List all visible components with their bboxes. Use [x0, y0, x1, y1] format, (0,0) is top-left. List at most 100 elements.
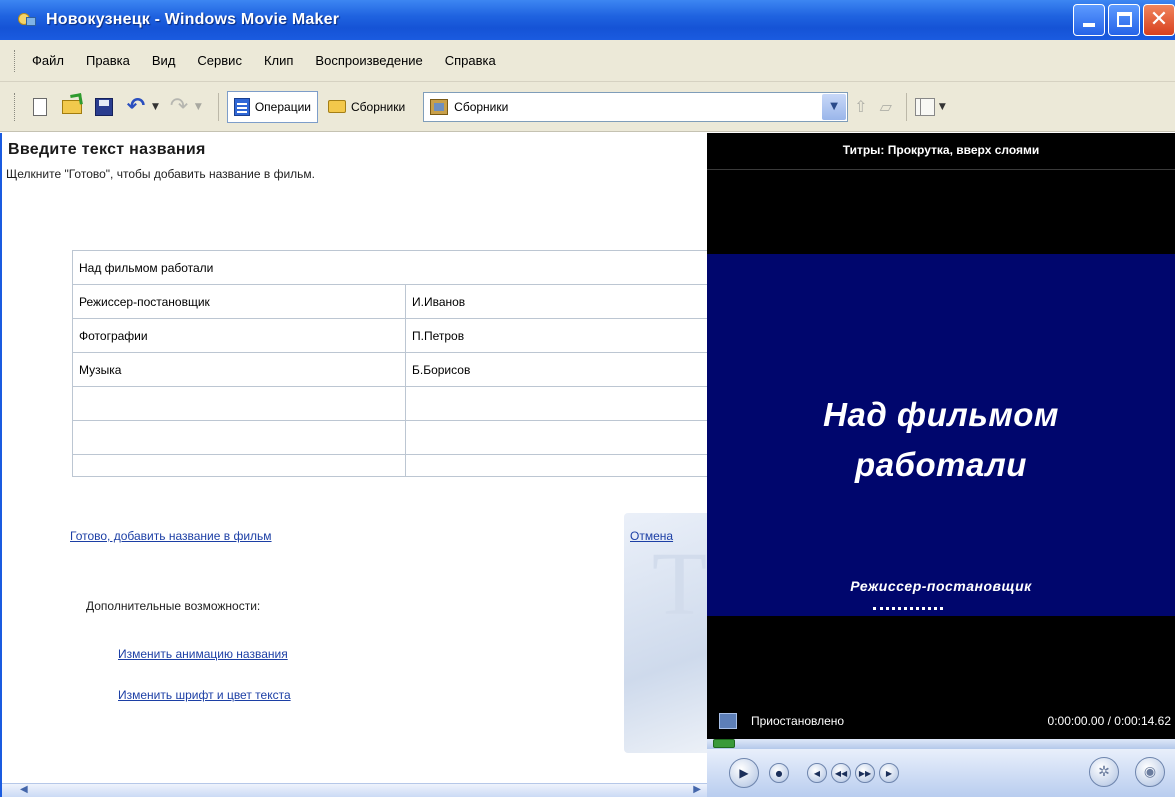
previous-icon: ◀ — [813, 768, 821, 778]
page-title: Введите текст названия — [8, 141, 206, 158]
minimize-button[interactable] — [1073, 4, 1105, 36]
previous-frame-button[interactable]: ◀ — [807, 763, 827, 783]
menu-grip[interactable] — [14, 49, 18, 72]
new-collection-folder-icon[interactable]: ▱ — [880, 97, 892, 116]
views-icon[interactable] — [914, 97, 935, 116]
seek-thumb[interactable] — [713, 739, 735, 748]
credit-name-cell[interactable] — [405, 420, 707, 455]
menu-clip[interactable]: Клип — [264, 53, 293, 68]
collections-folder-icon — [327, 100, 346, 113]
camera-icon: ◉ — [1143, 764, 1157, 780]
undo-icon: ↶ — [126, 94, 146, 119]
horizontal-scrollbar[interactable]: ◀ ▶ — [2, 783, 707, 797]
credit-role-cell[interactable]: Режиссер-постановщик — [72, 284, 406, 319]
table-row: Режиссер-постановщик И.Иванов — [72, 284, 707, 319]
change-animation-link[interactable]: Изменить анимацию названия — [118, 647, 288, 661]
collections-combo[interactable]: Сборники ▼ — [423, 91, 849, 122]
preview-monitor: Титры: Прокрутка, вверх слоями Над фильм… — [707, 133, 1175, 797]
maximize-icon — [1117, 12, 1132, 27]
rewind-icon: ◀◀ — [834, 768, 848, 778]
minimize-icon — [1083, 23, 1095, 27]
credits-table: Над фильмом работали Режиссер-постановщи… — [72, 250, 707, 477]
play-button[interactable]: ▶ — [729, 758, 759, 788]
split-icon: ✲ — [1098, 764, 1110, 780]
preview-title-line1: Над фильмом — [823, 396, 1059, 433]
table-row: Над фильмом работали — [72, 250, 707, 285]
toolbar-grip[interactable] — [14, 92, 18, 121]
credit-role-cell[interactable] — [72, 386, 406, 421]
credit-name-cell[interactable]: Б.Борисов — [405, 352, 707, 387]
scroll-right-icon[interactable]: ▶ — [693, 784, 701, 795]
up-level-icon[interactable]: ⇧ — [854, 97, 867, 116]
credit-role-cell[interactable]: Музыка — [72, 352, 406, 387]
preview-scrolling-credit: Режиссер-постановщик — [850, 578, 1032, 594]
credits-heading-cell[interactable]: Над фильмом работали — [72, 250, 707, 285]
table-row: Фотографии П.Петров — [72, 318, 707, 353]
instructions-text: Щелкните "Готово", чтобы добавить назван… — [6, 167, 315, 181]
done-add-title-link[interactable]: Готово, добавить название в фильм — [70, 529, 272, 543]
preview-screen[interactable]: Над фильмом работали Режиссер-постановщи… — [707, 254, 1175, 616]
title-editor-panel: T Введите текст названия Щелкните "Готов… — [0, 133, 707, 797]
undo-button[interactable]: ↶ — [124, 94, 148, 119]
credit-name-cell[interactable] — [405, 386, 707, 421]
fast-forward-button[interactable]: ▶▶ — [855, 763, 875, 783]
preview-divider — [707, 169, 1175, 170]
toolbar-separator — [217, 92, 219, 121]
stop-icon: ● — [775, 768, 783, 778]
split-clip-button[interactable]: ✲ — [1089, 757, 1119, 787]
collections-label: Сборники — [350, 99, 406, 114]
collections-button[interactable]: Сборники — [322, 91, 411, 123]
credit-role-cell[interactable] — [72, 420, 406, 455]
snapshot-button[interactable]: ◉ — [1135, 757, 1165, 787]
operations-label: Операции — [254, 99, 311, 114]
menu-view[interactable]: Вид — [152, 53, 176, 68]
rewind-button[interactable]: ◀◀ — [831, 763, 851, 783]
menu-tools[interactable]: Сервис — [197, 53, 242, 68]
scroll-left-icon[interactable]: ◀ — [20, 784, 28, 795]
credit-role-cell[interactable] — [72, 454, 406, 477]
title-bar: Новокузнецк - Windows Movie Maker ✕ — [0, 0, 1175, 40]
table-row — [72, 454, 707, 477]
credit-role-cell[interactable]: Фотографии — [72, 318, 406, 353]
open-project-button[interactable] — [60, 95, 84, 119]
undo-dropdown-icon[interactable]: ▼ — [152, 102, 159, 112]
playback-status: Приостановлено — [751, 714, 845, 728]
redo-icon: ↷ — [169, 94, 189, 119]
open-folder-icon — [62, 99, 82, 114]
new-document-icon — [33, 97, 47, 116]
stop-button[interactable]: ● — [769, 763, 789, 783]
operations-icon — [233, 97, 250, 116]
preview-cut-text — [873, 607, 943, 615]
redo-dropdown-icon[interactable]: ▼ — [195, 102, 202, 112]
chevron-down-icon[interactable]: ▼ — [822, 93, 847, 120]
playback-time: 0:00:00.00 / 0:00:14.62 — [1047, 714, 1171, 728]
decorative-letter-graphic: T — [652, 535, 707, 634]
save-icon — [95, 97, 113, 116]
play-icon: ▶ — [739, 766, 749, 780]
save-project-button[interactable] — [92, 95, 116, 119]
close-button[interactable]: ✕ — [1143, 4, 1175, 36]
credit-name-cell[interactable]: И.Иванов — [405, 284, 707, 319]
movie-maker-app-icon[interactable] — [16, 10, 38, 30]
toolbar-separator — [905, 92, 907, 121]
maximize-button[interactable] — [1108, 4, 1140, 36]
operations-button[interactable]: Операции — [226, 90, 318, 123]
menu-help[interactable]: Справка — [445, 53, 496, 68]
menu-edit[interactable]: Правка — [86, 53, 130, 68]
window-title: Новокузнецк - Windows Movie Maker — [46, 11, 340, 28]
menu-file[interactable]: Файл — [32, 53, 64, 68]
next-frame-button[interactable]: ▶ — [879, 763, 899, 783]
credit-name-cell[interactable] — [405, 454, 707, 477]
seek-bar[interactable] — [707, 739, 1175, 749]
menu-playback[interactable]: Воспроизведение — [315, 53, 422, 68]
credit-name-cell[interactable]: П.Петров — [405, 318, 707, 353]
views-dropdown-icon[interactable]: ▼ — [939, 102, 946, 112]
redo-button[interactable]: ↷ — [167, 94, 191, 119]
extra-options-label: Дополнительные возможности: — [86, 599, 261, 613]
new-project-button[interactable] — [28, 95, 52, 119]
change-font-link[interactable]: Изменить шрифт и цвет текста — [118, 688, 291, 702]
cancel-link[interactable]: Отмена — [630, 529, 673, 543]
menu-bar: Файл Правка Вид Сервис Клип Воспроизведе… — [0, 40, 1175, 82]
preview-title-text: Над фильмом работали — [707, 390, 1175, 490]
preview-title: Титры: Прокрутка, вверх слоями — [842, 143, 1040, 157]
